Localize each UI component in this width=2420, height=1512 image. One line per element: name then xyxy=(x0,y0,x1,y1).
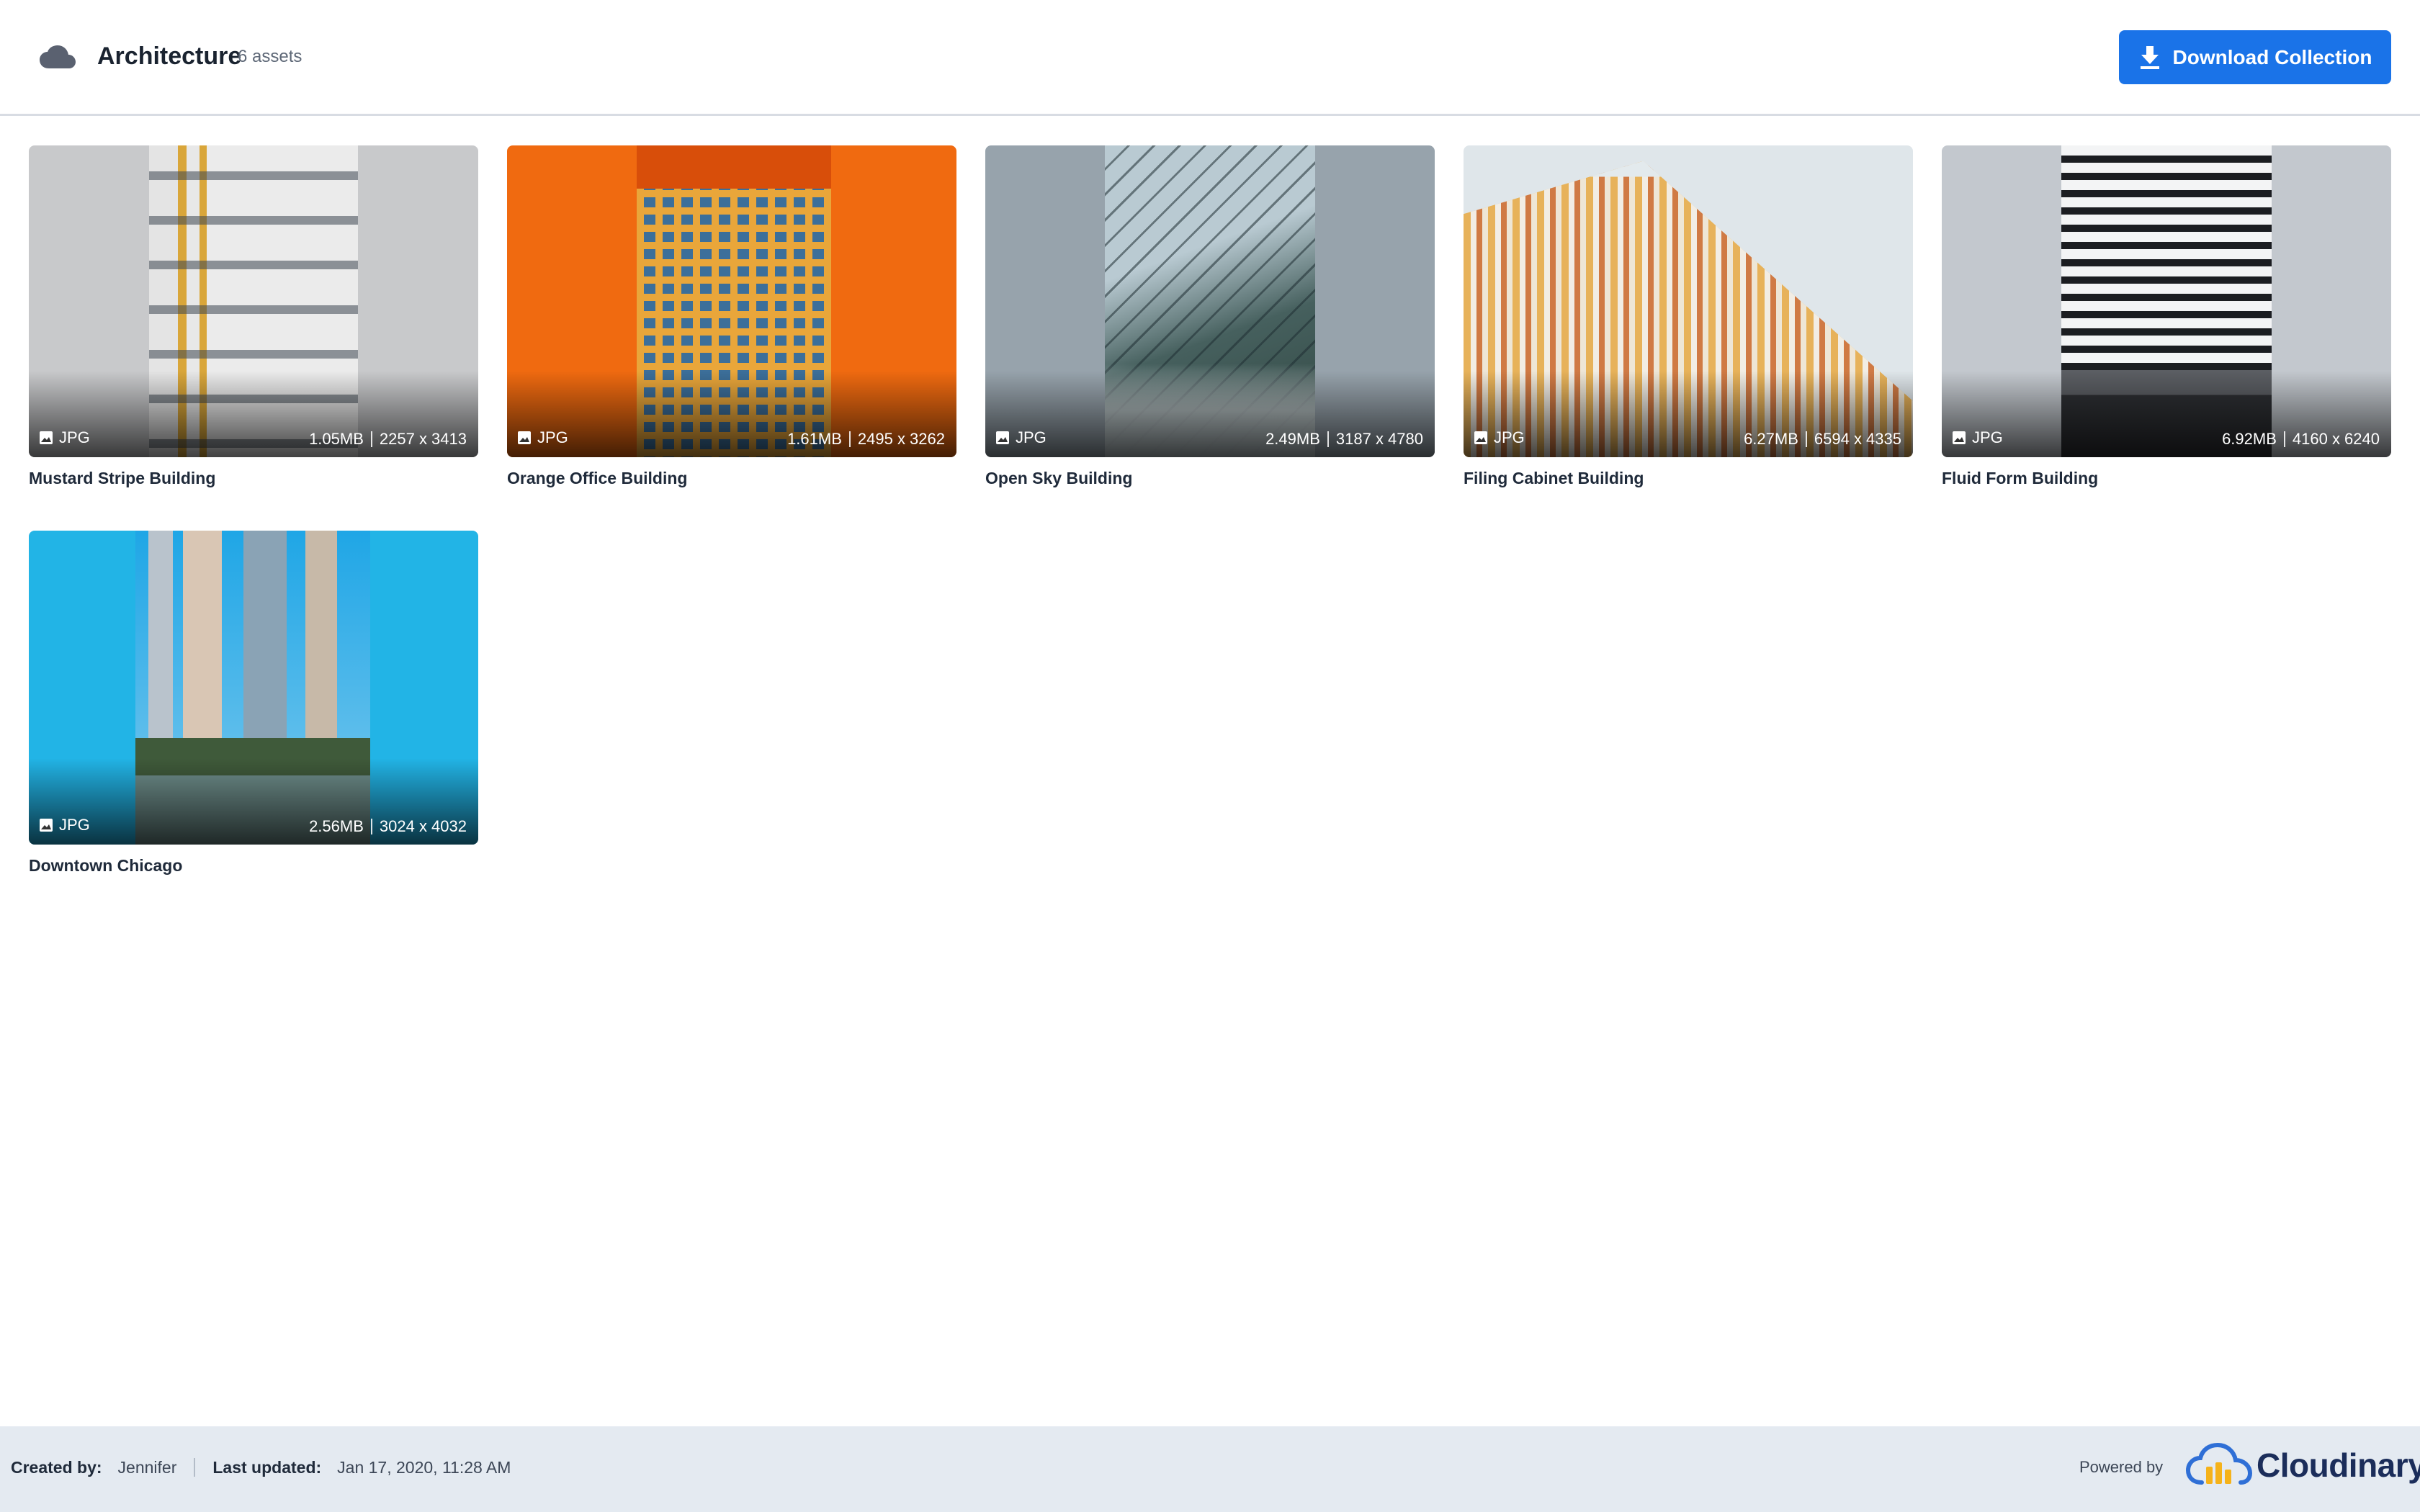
asset-thumbnail[interactable]: JPG 2.49MB 3187 x 4780 xyxy=(985,145,1435,457)
asset-dimensions: 3187 x 4780 xyxy=(1335,430,1423,448)
cloudinary-cloud-icon xyxy=(2186,1442,2252,1485)
meta-divider xyxy=(1805,431,1807,447)
asset-dimensions: 4160 x 6240 xyxy=(2292,430,2380,448)
collection-info: Created by: Jennifer Last updated: Jan 1… xyxy=(11,1457,511,1478)
download-collection-label: Download Collection xyxy=(2172,45,2372,68)
asset-dimensions: 2495 x 3262 xyxy=(857,430,945,448)
asset-card[interactable]: JPG 1.61MB 2495 x 3262 Orange Office Bui… xyxy=(507,145,956,489)
asset-card[interactable]: JPG 2.49MB 3187 x 4780 Open Sky Building xyxy=(985,145,1435,489)
asset-thumbnail[interactable]: JPG 6.27MB 6594 x 4335 xyxy=(1464,145,1913,457)
asset-card[interactable]: JPG 6.27MB 6594 x 4335 Filing Cabinet Bu… xyxy=(1464,145,1913,489)
download-collection-button[interactable]: Download Collection xyxy=(2119,30,2391,84)
asset-card[interactable]: JPG 6.92MB 4160 x 6240 Fluid Form Buildi… xyxy=(1942,145,2391,489)
image-icon xyxy=(40,431,53,444)
meta-divider xyxy=(1327,431,1329,447)
asset-format: JPG xyxy=(1016,428,1047,446)
created-by-label: Created by: xyxy=(11,1458,102,1477)
collection-header: Architecture 6 assets Download Collectio… xyxy=(0,0,2420,116)
download-icon xyxy=(2140,45,2159,69)
image-icon xyxy=(996,431,1009,444)
asset-format: JPG xyxy=(537,428,568,446)
image-icon xyxy=(518,431,531,444)
created-by-value: Jennifer xyxy=(117,1458,177,1477)
asset-name[interactable]: Fluid Form Building xyxy=(1942,467,2391,489)
asset-name[interactable]: Downtown Chicago xyxy=(29,855,478,876)
asset-name[interactable]: Mustard Stripe Building xyxy=(29,467,478,489)
asset-size: 2.56MB xyxy=(309,817,364,835)
asset-thumbnail[interactable]: JPG 2.56MB 3024 x 4032 xyxy=(29,531,478,845)
asset-card[interactable]: JPG 1.05MB 2257 x 3413 Mustard Stripe Bu… xyxy=(29,145,478,489)
meta-divider xyxy=(370,431,372,447)
cloudinary-logo[interactable]: Cloudinary xyxy=(2186,1442,2420,1488)
last-updated-label: Last updated: xyxy=(212,1458,322,1477)
asset-format: JPG xyxy=(1494,428,1525,446)
last-updated-value: Jan 17, 2020, 11:28 AM xyxy=(337,1458,511,1477)
powered-by-label: Powered by xyxy=(2079,1458,2164,1476)
asset-format: JPG xyxy=(59,428,90,446)
image-icon xyxy=(1474,431,1487,444)
asset-dimensions: 3024 x 4032 xyxy=(379,817,467,835)
asset-count: 6 assets xyxy=(238,47,302,66)
asset-size: 1.61MB xyxy=(787,430,842,448)
asset-size: 2.49MB xyxy=(1265,430,1320,448)
asset-dimensions: 6594 x 4335 xyxy=(1814,430,1901,448)
asset-thumbnail[interactable]: JPG 1.05MB 2257 x 3413 xyxy=(29,145,478,457)
asset-name[interactable]: Open Sky Building xyxy=(985,467,1435,489)
cloud-icon xyxy=(40,45,76,68)
asset-size: 6.92MB xyxy=(2222,430,2277,448)
asset-name[interactable]: Filing Cabinet Building xyxy=(1464,467,1913,489)
asset-size: 6.27MB xyxy=(1744,430,1798,448)
asset-format: JPG xyxy=(1972,428,2003,446)
collection-footer: Created by: Jennifer Last updated: Jan 1… xyxy=(0,1426,2420,1512)
asset-format: JPG xyxy=(59,816,90,834)
asset-size: 1.05MB xyxy=(309,430,364,448)
image-icon xyxy=(1953,431,1966,444)
image-icon xyxy=(40,819,53,832)
brand-name: Cloudinary xyxy=(2257,1446,2420,1484)
asset-dimensions: 2257 x 3413 xyxy=(379,430,467,448)
meta-divider xyxy=(848,431,851,447)
asset-thumbnail[interactable]: JPG 6.92MB 4160 x 6240 xyxy=(1942,145,2391,457)
meta-divider xyxy=(2283,431,2285,447)
collection-title: Architecture xyxy=(97,42,242,70)
asset-name[interactable]: Orange Office Building xyxy=(507,467,956,489)
footer-divider xyxy=(194,1458,196,1477)
meta-divider xyxy=(370,819,372,834)
asset-thumbnail[interactable]: JPG 1.61MB 2495 x 3262 xyxy=(507,145,956,457)
asset-card[interactable]: JPG 2.56MB 3024 x 4032 Downtown Chicago xyxy=(29,531,478,876)
